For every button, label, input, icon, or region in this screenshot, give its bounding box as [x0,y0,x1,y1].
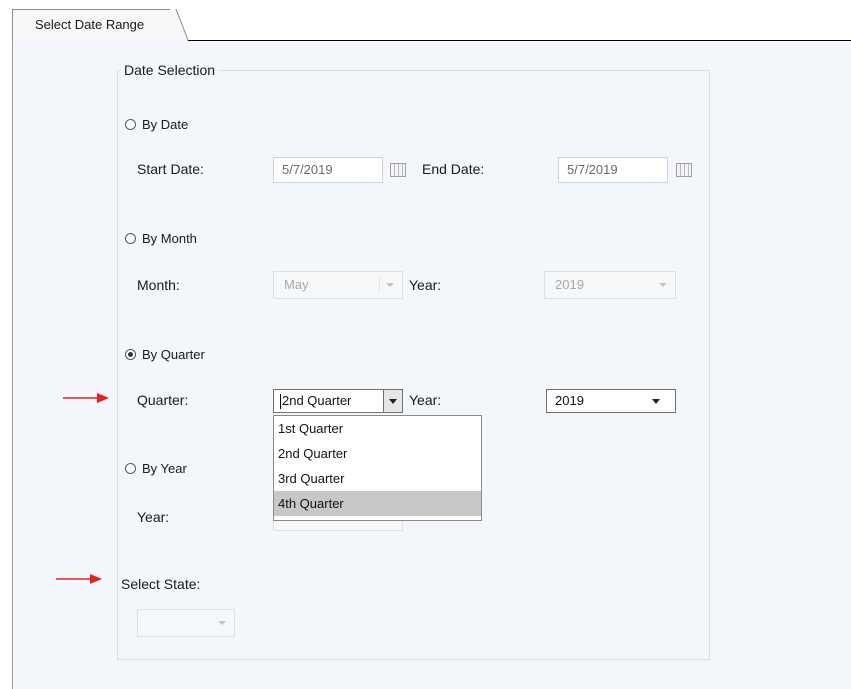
chevron-down-icon [218,621,226,625]
tab-label: Select Date Range [35,17,145,32]
annotation-arrow [63,393,109,403]
year-label: Year: [137,509,170,525]
quarter-year-select[interactable]: 2019 [546,389,676,413]
radio-label: By Date [142,117,189,132]
annotation-arrow [56,574,102,584]
chevron-down-icon[interactable] [383,390,402,412]
chevron-down-icon [386,283,394,287]
tab-select-date-range[interactable]: Select Date Range [12,9,174,41]
dropdown-option-1st-quarter[interactable]: 1st Quarter [274,416,481,441]
quarter-select[interactable]: 2nd Quarter [273,389,403,413]
radio-circle [125,233,136,244]
dropdown-option-3rd-quarter[interactable]: 3rd Quarter [274,466,481,491]
quarter-label: Quarter: [137,392,189,408]
chevron-down-icon [659,283,667,287]
text-cursor [280,394,281,410]
radio-label: By Quarter [142,347,205,362]
group-title: Date Selection [120,62,220,78]
quarter-year-value: 2019 [555,393,584,408]
start-date-label: Start Date: [137,161,204,177]
calendar-icon[interactable] [390,163,406,177]
radio-label: By Year [142,461,187,476]
dropdown-option-4th-quarter[interactable]: 4th Quarter [274,491,481,516]
select-state-label: Select State: [121,576,201,592]
end-date-field[interactable]: 5/7/2019 [558,157,668,183]
month-value: May [284,277,309,292]
dropdown-option-2nd-quarter[interactable]: 2nd Quarter [274,441,481,466]
radio-circle [125,463,136,474]
tab-edge [170,9,189,41]
month-year-value: 2019 [555,277,584,292]
month-year-select[interactable]: 2019 [544,271,676,299]
quarter-dropdown-list: 1st Quarter 2nd Quarter 3rd Quarter 4th … [273,415,482,521]
radio-circle [125,349,136,360]
quarter-value: 2nd Quarter [282,393,352,408]
radio-label: By Month [142,231,197,246]
radio-by-year[interactable]: By Year [125,461,187,476]
quarter-year-label: Year: [409,392,442,408]
month-label: Month: [137,277,180,293]
chevron-down-icon [647,390,665,412]
radio-by-date[interactable]: By Date [125,117,188,132]
radio-by-quarter[interactable]: By Quarter [125,347,205,362]
end-date-label: End Date: [422,161,485,177]
state-select[interactable] [137,609,235,637]
start-date-field[interactable]: 5/7/2019 [273,157,383,183]
calendar-icon[interactable] [676,163,692,177]
month-select[interactable]: May [273,271,403,299]
radio-by-month[interactable]: By Month [125,231,197,246]
radio-circle [125,119,136,130]
month-year-label: Year: [409,277,442,293]
